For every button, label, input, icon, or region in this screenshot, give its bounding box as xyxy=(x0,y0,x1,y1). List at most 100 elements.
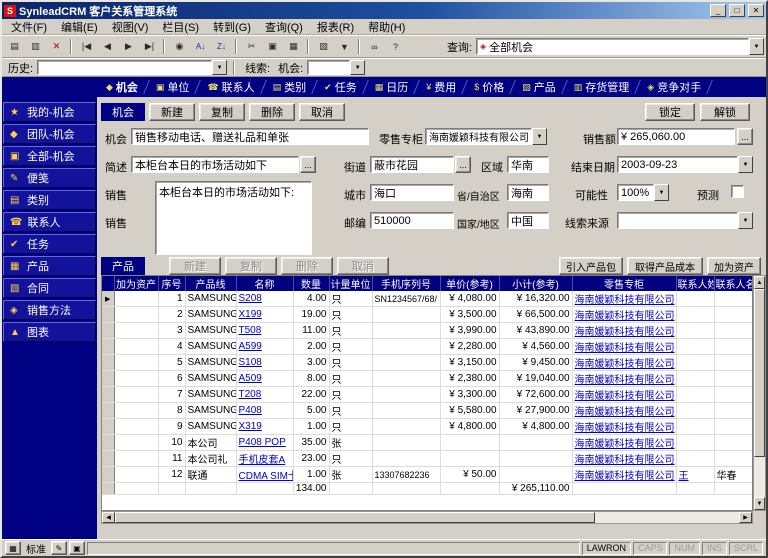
lead-source-arrow-icon[interactable]: ▼ xyxy=(738,212,753,229)
sidebar-item-notes[interactable]: ✎ 便笺 xyxy=(3,168,96,188)
cell-contact-last-name[interactable] xyxy=(676,307,714,323)
cell-add-as-asset[interactable] xyxy=(114,307,158,323)
row-selector[interactable] xyxy=(102,451,114,467)
zoom-icon[interactable]: ◉ xyxy=(169,37,190,56)
tab-calendar[interactable]: ▦ 日历 xyxy=(366,77,418,97)
cell-retail-counter-link[interactable]: 海南媛颖科技有限公司 xyxy=(572,419,676,435)
tab-tasks[interactable]: ✔ 任务 xyxy=(315,77,366,97)
sidebar-item-categories[interactable]: ▤ 类别 xyxy=(3,190,96,210)
country-input[interactable]: 中国 xyxy=(507,212,549,229)
column-header[interactable]: 手机序列号 xyxy=(372,276,440,291)
zip-input[interactable]: 510000 xyxy=(370,212,454,229)
history-combo-arrow-icon[interactable]: ▼ xyxy=(212,60,227,75)
sort-desc-icon[interactable]: Z↓ xyxy=(211,37,232,56)
help-icon[interactable]: ? xyxy=(385,37,406,56)
maximize-button[interactable]: □ xyxy=(729,4,745,17)
sidebar-item-tasks[interactable]: ✔ 任务 xyxy=(3,234,96,254)
table-horizontal-scrollbar[interactable]: ◀ ▶ xyxy=(101,511,753,524)
cell-product-name-link[interactable]: S108 xyxy=(236,355,293,371)
cell-retail-counter-link[interactable]: 海南媛颖科技有限公司 xyxy=(572,323,676,339)
sales-amount-more-button[interactable]: ... xyxy=(737,128,753,145)
list-view-icon[interactable]: ▣ xyxy=(69,541,85,555)
scroll-up-icon[interactable]: ▲ xyxy=(754,276,765,289)
cell-retail-counter-link[interactable]: 海南媛颖科技有限公司 xyxy=(572,291,676,307)
tab-contacts[interactable]: ☎ 联系人 xyxy=(198,77,263,97)
cell-product-name-link[interactable]: P408 xyxy=(236,403,293,419)
column-header[interactable]: 名称 xyxy=(236,276,293,291)
close-button[interactable]: ✕ xyxy=(748,4,764,17)
row-selector[interactable] xyxy=(102,339,114,355)
menu-help[interactable]: 帮助(H) xyxy=(361,18,412,36)
sort-asc-icon[interactable]: A↓ xyxy=(190,37,211,56)
street-input[interactable]: 蔽市花园 xyxy=(370,156,454,173)
query-combo-arrow-icon[interactable]: ▼ xyxy=(749,38,764,55)
cell-contact-last-name[interactable] xyxy=(676,355,714,371)
cell-retail-counter-link[interactable]: 海南媛颖科技有限公司 xyxy=(572,387,676,403)
menu-report[interactable]: 报表(R) xyxy=(310,18,361,36)
cell-product-name-link[interactable]: P408 POP xyxy=(236,435,293,451)
cell-contact-last-name[interactable] xyxy=(676,323,714,339)
first-record-icon[interactable]: |◀ xyxy=(76,37,97,56)
menu-goto[interactable]: 转到(G) xyxy=(206,18,258,36)
column-header[interactable]: 零售专柜 xyxy=(572,276,676,291)
sidebar-item-all-opportunities[interactable]: ▣ 全部-机会 xyxy=(3,146,96,166)
cell-product-name-link[interactable]: S208 xyxy=(236,291,293,307)
last-record-icon[interactable]: ▶| xyxy=(139,37,160,56)
cell-add-as-asset[interactable] xyxy=(114,419,158,435)
cell-retail-counter-link[interactable]: 海南媛颖科技有限公司 xyxy=(572,435,676,451)
cell-contact-last-name[interactable]: 王 xyxy=(676,467,714,483)
unlock-button[interactable]: 解锁 xyxy=(700,103,750,121)
scroll-down-icon[interactable]: ▼ xyxy=(754,497,765,510)
history-combo[interactable]: ▼ xyxy=(37,60,227,75)
cut-icon[interactable]: ✂ xyxy=(241,37,262,56)
cell-product-name-link[interactable]: A509 xyxy=(236,371,293,387)
cell-contact-last-name[interactable] xyxy=(676,387,714,403)
table-row[interactable]: 3 SAMSUNG T508 11.00 只 ¥ 3,990.00 ¥ 43,8… xyxy=(102,323,752,339)
cell-retail-counter-link[interactable]: 海南媛颖科技有限公司 xyxy=(572,371,676,387)
column-header[interactable]: 小计(参考) xyxy=(499,276,572,291)
column-header[interactable]: 序号 xyxy=(158,276,185,291)
vertical-scroll-thumb[interactable] xyxy=(754,289,765,457)
grid-view-icon[interactable]: ▦ xyxy=(5,541,21,555)
scroll-left-icon[interactable]: ◀ xyxy=(102,512,115,523)
column-header[interactable]: 计量单位 xyxy=(329,276,372,291)
product-cancel-button[interactable]: 取消 xyxy=(337,257,389,275)
table-row[interactable]: ▶ 1 SAMSUNG S208 4.00 只 SN1234567/68/ ¥ … xyxy=(102,291,752,307)
cell-product-name-link[interactable]: X199 xyxy=(236,307,293,323)
row-selector[interactable] xyxy=(102,419,114,435)
scroll-right-icon[interactable]: ▶ xyxy=(739,512,752,523)
prev-record-icon[interactable]: ◀ xyxy=(97,37,118,56)
opportunity-name-input[interactable]: 销售移动电话、赠送礼品和单张 xyxy=(131,128,369,145)
table-row[interactable]: 2 SAMSUNG X199 19.00 只 ¥ 3,500.00 ¥ 66,5… xyxy=(102,307,752,323)
query-combo[interactable]: ◈ 全部机会 ▼ xyxy=(476,38,764,55)
row-selector[interactable] xyxy=(102,371,114,387)
table-row[interactable]: 10 本公司 P408 POP 35.00 张 海南媛颖科技有限公司 xyxy=(102,435,752,451)
cell-add-as-asset[interactable] xyxy=(114,339,158,355)
product-new-button[interactable]: 新建 xyxy=(169,257,221,275)
column-header[interactable]: 加为资产 xyxy=(114,276,158,291)
probability-combo[interactable]: 100% ▼ xyxy=(617,184,669,201)
menu-query[interactable]: 查询(Q) xyxy=(258,18,310,36)
sidebar-item-contracts[interactable]: ▧ 合同 xyxy=(3,278,96,298)
row-selector[interactable] xyxy=(102,387,114,403)
retail-counter-combo[interactable]: 海南媛颖科技有限公司 ▼ xyxy=(425,128,547,145)
column-header[interactable]: 单价(参考) xyxy=(440,276,499,291)
row-selector[interactable] xyxy=(102,323,114,339)
end-date-combo[interactable]: 2003-09-23 ▼ xyxy=(617,156,753,173)
cell-add-as-asset[interactable] xyxy=(114,387,158,403)
lead-source-combo[interactable]: ▼ xyxy=(617,212,753,229)
sidebar-item-charts[interactable]: ▲ 图表 xyxy=(3,322,96,342)
cell-retail-counter-link[interactable]: 海南媛颖科技有限公司 xyxy=(572,307,676,323)
cell-product-name-link[interactable]: 手机皮套A xyxy=(236,451,293,467)
horizontal-scroll-thumb[interactable] xyxy=(115,512,595,523)
cell-contact-last-name[interactable] xyxy=(676,419,714,435)
print-icon[interactable]: ▥ xyxy=(25,37,46,56)
cell-add-as-asset[interactable] xyxy=(114,323,158,339)
table-row[interactable]: 11 本公司礼 手机皮套A 23.00 只 海南媛颖科技有限公司 xyxy=(102,451,752,467)
column-header[interactable]: 产品线 xyxy=(185,276,236,291)
row-selector[interactable] xyxy=(102,467,114,483)
cell-add-as-asset[interactable] xyxy=(114,435,158,451)
tab-company[interactable]: ▣ 单位 xyxy=(147,77,199,97)
tab-expenses[interactable]: ¥ 费用 xyxy=(417,77,465,97)
sidebar-item-products[interactable]: ▦ 产品 xyxy=(3,256,96,276)
